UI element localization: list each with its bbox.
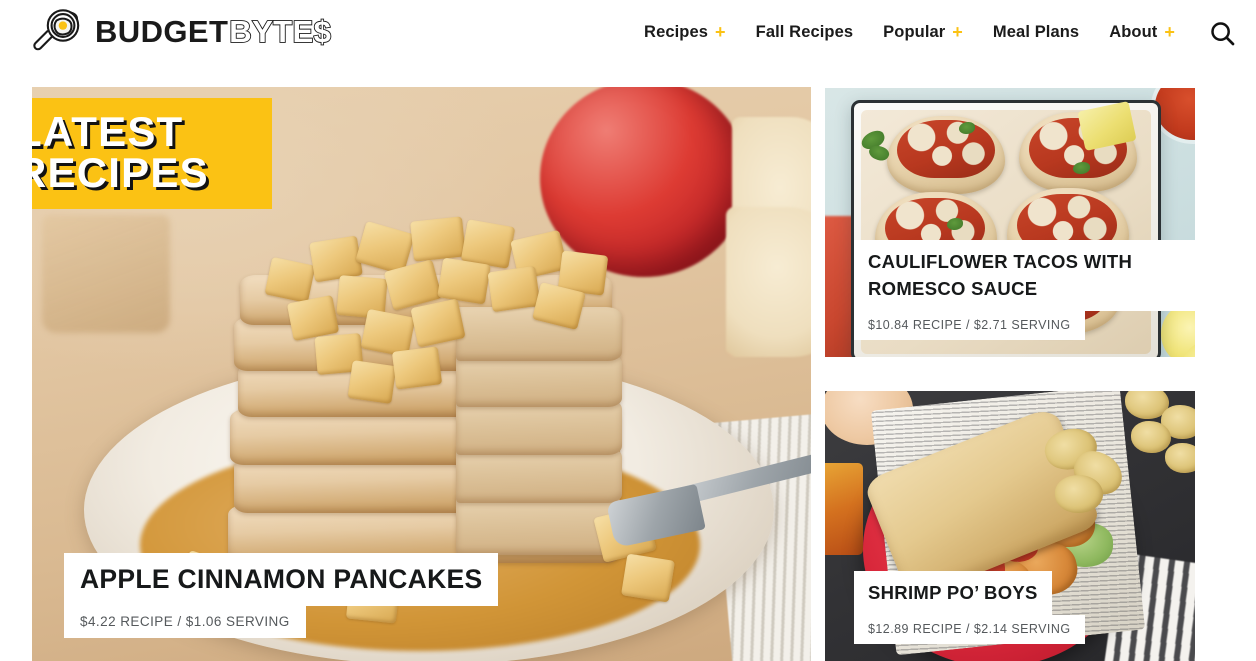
- site-logo[interactable]: BUDGET BYTE$: [30, 4, 332, 60]
- recipe-price: $10.84 RECIPE / $2.71 SERVING: [854, 311, 1085, 340]
- recipe-title[interactable]: APPLE CINNAMON PANCAKES: [64, 552, 499, 606]
- main-navigation: Recipes + Fall Recipes Popular + Meal Pl…: [629, 0, 1190, 64]
- nav-item-popular[interactable]: Popular +: [868, 23, 978, 42]
- card-caption: SHRIMP PO’ BOYS $12.89 RECIPE / $2.14 SE…: [854, 571, 1085, 644]
- recipe-card-cauliflower-tacos[interactable]: CAULIFLOWER TACOS WITH ROMESCO SAUCE $10…: [825, 88, 1195, 357]
- hero-caption: APPLE CINNAMON PANCAKES $4.22 RECIPE / $…: [64, 552, 499, 638]
- nav-item-recipes[interactable]: Recipes +: [629, 23, 741, 42]
- badge-line-2: RECIPES: [32, 149, 209, 197]
- recipe-title[interactable]: SHRIMP PO’ BOYS: [854, 571, 1052, 615]
- card-caption: CAULIFLOWER TACOS WITH ROMESCO SAUCE $10…: [854, 239, 1195, 340]
- recipe-price: $4.22 RECIPE / $1.06 SERVING: [64, 606, 306, 638]
- plus-icon[interactable]: +: [715, 23, 726, 41]
- nav-label: About: [1109, 22, 1158, 41]
- nav-label: Recipes: [644, 22, 709, 41]
- nav-label: Meal Plans: [992, 22, 1080, 41]
- nav-item-meal-plans[interactable]: Meal Plans: [978, 23, 1094, 42]
- latest-recipes-badge: LATEST RECIPES: [32, 98, 272, 210]
- nav-item-fall-recipes[interactable]: Fall Recipes: [741, 23, 869, 42]
- recipe-card-hero[interactable]: LATEST RECIPES APPLE CINNAMON PANCAKES $…: [32, 87, 811, 661]
- frying-pan-egg-icon: [30, 4, 86, 60]
- nav-label: Fall Recipes: [755, 22, 854, 41]
- plus-icon[interactable]: +: [952, 23, 963, 41]
- site-header: BUDGET BYTE$ Recipes + Fall Recipes Popu…: [0, 0, 1256, 64]
- brand-wordmark: BUDGET BYTE$: [95, 13, 332, 50]
- brand-name-budget: BUDGET: [95, 14, 229, 49]
- plus-icon[interactable]: +: [1164, 23, 1175, 41]
- recipe-price: $12.89 RECIPE / $2.14 SERVING: [854, 615, 1085, 644]
- latest-recipes-grid: LATEST RECIPES APPLE CINNAMON PANCAKES $…: [0, 87, 1256, 661]
- brand-name-bytes: BYTE$: [228, 13, 332, 50]
- nav-item-about[interactable]: About +: [1094, 23, 1190, 42]
- badge-line-1: LATEST: [32, 108, 184, 155]
- recipe-title[interactable]: CAULIFLOWER TACOS WITH ROMESCO SAUCE: [854, 239, 1195, 311]
- nav-label: Popular: [883, 22, 946, 41]
- search-icon[interactable]: [1206, 17, 1238, 49]
- recipe-card-shrimp-po-boys[interactable]: SHRIMP PO’ BOYS $12.89 RECIPE / $2.14 SE…: [825, 391, 1195, 661]
